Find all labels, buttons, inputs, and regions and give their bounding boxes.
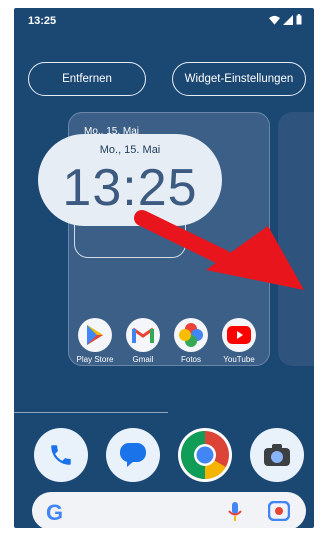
app-play-store[interactable]: Play Store <box>70 318 120 364</box>
camera-icon[interactable] <box>250 428 304 482</box>
youtube-icon <box>222 318 256 352</box>
google-logo: G <box>46 500 64 525</box>
photos-icon <box>174 318 208 352</box>
app-gmail[interactable]: Gmail <box>118 318 168 364</box>
mic-icon[interactable] <box>228 502 242 522</box>
home-screen: 13:25 Entfernen Widget-Einstellungen Mo.… <box>14 8 314 528</box>
app-label: Fotos <box>180 355 201 364</box>
divider <box>14 412 168 413</box>
google-search-bar[interactable]: G <box>32 492 306 528</box>
messages-icon[interactable] <box>106 428 160 482</box>
app-photos[interactable]: Fotos <box>166 318 216 364</box>
play-store-icon <box>78 318 112 352</box>
gmail-icon <box>126 318 160 352</box>
lens-icon[interactable] <box>268 501 290 521</box>
app-youtube[interactable]: YouTube <box>214 318 264 364</box>
app-label: Gmail <box>132 355 154 364</box>
app-label: YouTube <box>223 355 255 364</box>
phone-icon[interactable] <box>34 428 88 482</box>
chrome-icon[interactable] <box>178 428 232 482</box>
app-label: Play Store <box>76 355 114 364</box>
